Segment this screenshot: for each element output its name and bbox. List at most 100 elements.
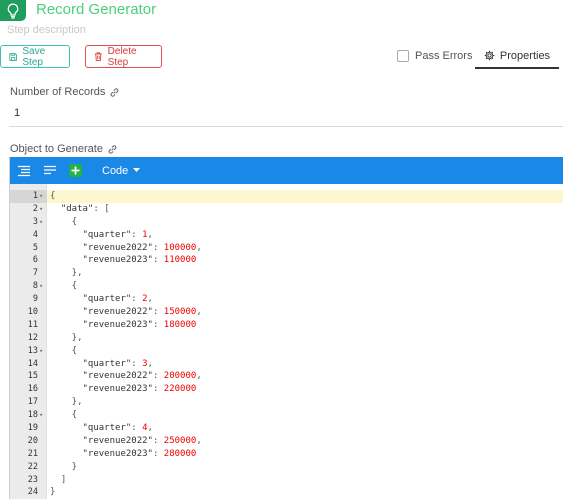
- number-token: 180000: [163, 319, 197, 330]
- code-line[interactable]: 5 "revenue2022": 100000,: [10, 242, 563, 255]
- punct-token: {: [50, 410, 78, 421]
- records-input-underline: [9, 126, 563, 127]
- number-token: 200000: [163, 371, 197, 382]
- key-token: "revenue2023": [50, 255, 153, 266]
- code-line[interactable]: 1 ▾{: [10, 190, 563, 203]
- code-text: {: [50, 409, 77, 422]
- punct-token: {: [50, 191, 56, 201]
- line-number: 15: [27, 371, 38, 382]
- code-line[interactable]: 18 ▾ {: [10, 409, 563, 422]
- code-line[interactable]: 16 "revenue2023": 220000: [10, 383, 563, 396]
- link-icon[interactable]: [109, 87, 120, 98]
- tab-properties[interactable]: Properties: [475, 44, 559, 69]
- code-lines: 1 ▾{2 ▾ "data": [3 ▾ {4 "quarter": 1, 5 "rev…: [10, 190, 563, 499]
- code-line[interactable]: 24}: [10, 486, 563, 499]
- code-line[interactable]: 14 "quarter": 3,: [10, 358, 563, 371]
- line-number: 20: [27, 435, 38, 446]
- fold-toggle-icon[interactable]: ▾: [39, 409, 45, 422]
- key-token: "quarter": [50, 423, 132, 434]
- code-line[interactable]: 10 "revenue2022": 150000,: [10, 306, 563, 319]
- punct-token: ,: [147, 358, 153, 369]
- add-button[interactable]: [69, 164, 82, 177]
- code-text: "data": [: [50, 203, 110, 216]
- chevron-down-icon: [133, 168, 141, 172]
- code-line[interactable]: 12 },: [10, 332, 563, 345]
- mode-label: Code: [102, 164, 129, 177]
- line-number: 16: [27, 384, 38, 395]
- fold-toggle-icon[interactable]: ▾: [39, 345, 45, 358]
- code-text: "quarter": 2,: [50, 293, 153, 306]
- fold-toggle-icon[interactable]: ▾: [39, 216, 45, 229]
- number-token: 150000: [163, 307, 197, 318]
- code-line[interactable]: 7 },: [10, 267, 563, 280]
- punct-token: :: [131, 423, 143, 434]
- punct-token: :: [152, 448, 164, 459]
- code-area[interactable]: 1 ▾{2 ▾ "data": [3 ▾ {4 "quarter": 1, 5 "rev…: [10, 184, 563, 499]
- compact-icon: [44, 165, 56, 174]
- code-line[interactable]: 3 ▾ {: [10, 216, 563, 229]
- line-number: 17: [27, 397, 38, 408]
- code-line[interactable]: 21 "revenue2023": 280000: [10, 448, 563, 461]
- punct-token: :: [152, 255, 164, 266]
- code-line[interactable]: 15 "revenue2022": 200000,: [10, 370, 563, 383]
- pass-errors-toggle[interactable]: Pass Errors: [397, 50, 472, 62]
- punct-token: :: [152, 319, 164, 330]
- punct-token: ,: [147, 423, 153, 434]
- key-token: "data": [50, 203, 94, 214]
- code-text: "quarter": 1,: [50, 229, 153, 242]
- compact-button[interactable]: [40, 161, 60, 181]
- pass-errors-label: Pass Errors: [415, 50, 473, 62]
- format-button[interactable]: [14, 161, 34, 181]
- punct-token: ,: [196, 435, 202, 446]
- code-line[interactable]: 2 ▾ "data": [: [10, 203, 563, 216]
- code-line[interactable]: 22 }: [10, 461, 563, 474]
- punct-token: ]: [50, 474, 67, 485]
- code-line[interactable]: 19 "quarter": 4,: [10, 422, 563, 435]
- trash-icon: [94, 52, 102, 61]
- code-text: "revenue2023": 180000: [50, 319, 197, 332]
- json-editor[interactable]: Code 1 ▾{2 ▾ "data": [3 ▾ {4 "quarter": 1, 5…: [9, 157, 563, 499]
- code-text: },: [50, 332, 83, 345]
- punct-token: },: [50, 268, 83, 279]
- code-line[interactable]: 20 "revenue2022": 250000,: [10, 435, 563, 448]
- records-field-label: Number of Records: [10, 86, 120, 98]
- code-line[interactable]: 13 ▾ {: [10, 345, 563, 358]
- key-token: "quarter": [50, 294, 132, 305]
- code-line[interactable]: 6 "revenue2023": 110000: [10, 254, 563, 267]
- line-number: 21: [27, 448, 38, 459]
- code-text: "revenue2022": 100000,: [50, 242, 202, 255]
- pass-errors-checkbox[interactable]: [397, 50, 409, 62]
- code-text: "revenue2022": 150000,: [50, 306, 202, 319]
- code-text: {: [50, 280, 77, 293]
- code-line[interactable]: 11 "revenue2023": 180000: [10, 319, 563, 332]
- code-text: }: [50, 486, 55, 499]
- add-icon: [71, 166, 80, 175]
- punct-token: ,: [196, 242, 202, 253]
- number-token: 100000: [163, 242, 197, 253]
- code-text: "revenue2023": 220000: [50, 383, 197, 396]
- code-line[interactable]: 4 "quarter": 1,: [10, 229, 563, 242]
- line-number: 5: [32, 242, 38, 253]
- code-text: "revenue2023": 280000: [50, 448, 197, 461]
- code-text: }: [50, 461, 77, 474]
- punct-token: :: [152, 307, 164, 318]
- punct-token: :: [152, 371, 164, 382]
- records-input[interactable]: 1: [14, 107, 20, 119]
- punct-token: ,: [147, 229, 153, 240]
- code-line[interactable]: 9 "quarter": 2,: [10, 293, 563, 306]
- code-text: "quarter": 3,: [50, 358, 153, 371]
- fold-toggle-icon[interactable]: ▾: [39, 203, 45, 216]
- fold-toggle-icon[interactable]: ▾: [39, 280, 45, 293]
- code-line[interactable]: 23 ]: [10, 474, 563, 487]
- delete-step-label: Delete Step: [107, 45, 137, 68]
- code-line[interactable]: 17 },: [10, 396, 563, 409]
- mode-dropdown[interactable]: Code: [102, 164, 141, 177]
- fold-toggle-icon[interactable]: ▾: [39, 190, 45, 203]
- save-step-button[interactable]: Save Step: [0, 45, 70, 68]
- code-text: {: [50, 190, 55, 203]
- link-icon[interactable]: [107, 144, 118, 155]
- page-title: Record Generator: [36, 1, 157, 18]
- delete-step-button[interactable]: Delete Step: [85, 45, 162, 68]
- step-description-input[interactable]: Step description: [7, 23, 86, 37]
- code-line[interactable]: 8 ▾ {: [10, 280, 563, 293]
